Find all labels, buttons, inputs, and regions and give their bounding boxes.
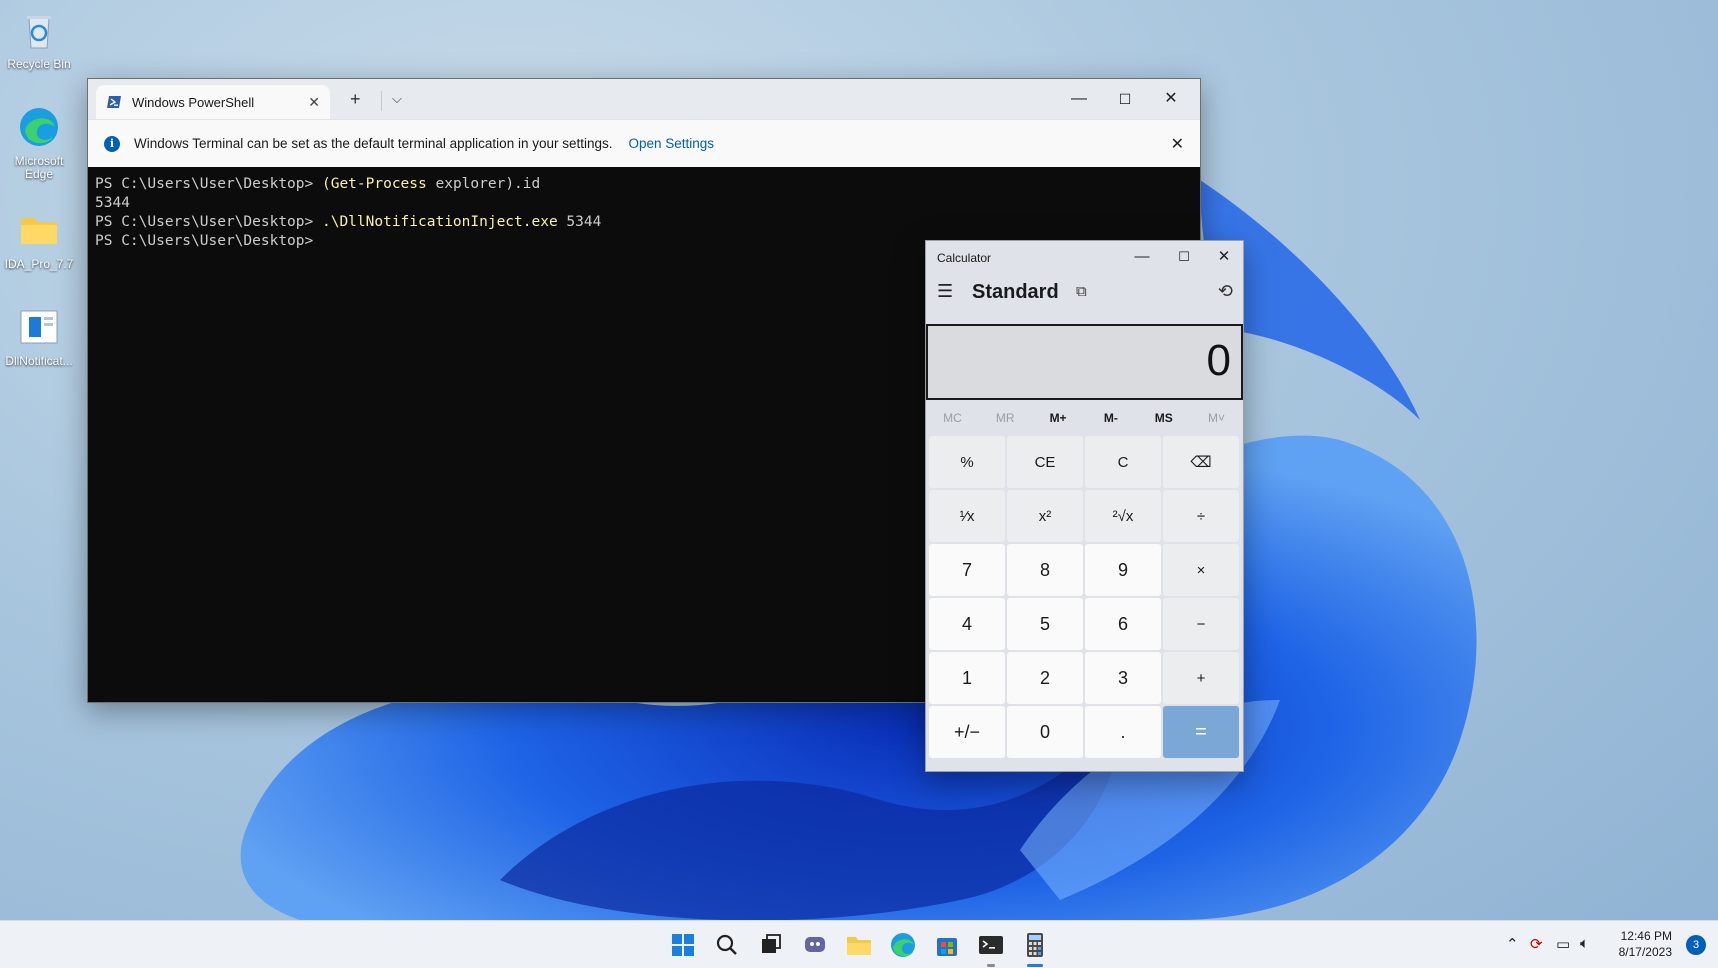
- calculator-title: Calculator: [937, 251, 992, 265]
- desktop-icon-label: DllNotificat...: [5, 354, 73, 368]
- desktop-icon-recycle-bin[interactable]: Recycle Bin: [2, 8, 76, 71]
- calc-key[interactable]: ²√x: [1085, 490, 1161, 542]
- start-icon[interactable]: [667, 929, 699, 961]
- close-tab-icon[interactable]: ✕: [308, 94, 320, 111]
- default-terminal-infobar: i Windows Terminal can be set as the def…: [88, 119, 1200, 167]
- taskbar: ⌃ ⟳ ▭ 🔈︎ 12:46 PM 8/17/2023 3: [0, 920, 1718, 968]
- desktop-icon-label: IDA_Pro_7.7: [4, 257, 74, 271]
- calc-key[interactable]: 5: [1007, 598, 1083, 650]
- calc-key[interactable]: ÷: [1163, 490, 1239, 542]
- calculator-mode-bar: ☰ Standard ⧉ ⟲: [926, 273, 1243, 313]
- new-tab-button[interactable]: +: [350, 89, 361, 110]
- powershell-icon: [107, 96, 121, 108]
- desktop-icon-edge[interactable]: Microsoft Edge: [2, 105, 76, 181]
- desktop-icon-dllnotification[interactable]: DllNotificat...: [2, 305, 76, 368]
- calc-key[interactable]: 6: [1085, 598, 1161, 650]
- calculator-titlebar[interactable]: Calculator — ☐ ✕: [926, 241, 1243, 273]
- show-hidden-icons-chevron-up-icon[interactable]: ⌃: [1506, 935, 1519, 953]
- system-clock[interactable]: 12:46 PM 8/17/2023: [1619, 928, 1672, 960]
- maximize-button[interactable]: ☐: [1110, 87, 1140, 111]
- calc-key[interactable]: 8: [1007, 544, 1083, 596]
- minimize-button[interactable]: —: [1125, 245, 1159, 269]
- memory-row: MC MR M+ M- MS M˅: [926, 400, 1243, 436]
- edge-icon[interactable]: [887, 929, 919, 961]
- open-settings-link[interactable]: Open Settings: [629, 136, 715, 151]
- search-icon[interactable]: [711, 929, 743, 961]
- folder-icon: [21, 218, 57, 244]
- edge-icon: [20, 108, 58, 146]
- keep-on-top-icon[interactable]: ⧉: [1076, 283, 1087, 300]
- info-icon: i: [104, 135, 120, 152]
- minimize-button[interactable]: —: [1064, 87, 1094, 111]
- file-explorer-icon[interactable]: [843, 929, 875, 961]
- desktop-icon-label: Recycle Bin: [7, 57, 71, 71]
- tab-windows-powershell[interactable]: Windows PowerShell ✕: [96, 85, 330, 119]
- terminal-line: 5344: [95, 195, 130, 211]
- calc-key[interactable]: +: [1163, 652, 1239, 704]
- calculator-display: 0: [926, 324, 1243, 400]
- close-button[interactable]: ✕: [1156, 87, 1186, 111]
- calc-key[interactable]: 3: [1085, 652, 1161, 704]
- memory-recall-button[interactable]: MR: [979, 411, 1032, 425]
- calc-key[interactable]: 0: [1007, 706, 1083, 758]
- calc-key[interactable]: ×: [1163, 544, 1239, 596]
- chat-icon[interactable]: [799, 929, 831, 961]
- calc-key[interactable]: C: [1085, 436, 1161, 488]
- chevron-down-icon[interactable]: ⌵: [392, 91, 402, 107]
- close-infobar-icon[interactable]: ✕: [1171, 134, 1184, 154]
- memory-store-button[interactable]: MS: [1137, 411, 1190, 425]
- terminal-titlebar[interactable]: Windows PowerShell ✕ + ⌵ — ☐ ✕: [88, 79, 1200, 119]
- calc-key[interactable]: 1: [929, 652, 1005, 704]
- calc-key[interactable]: .: [1085, 706, 1161, 758]
- calculator-icon[interactable]: [1019, 929, 1051, 961]
- calc-key[interactable]: ⌫: [1163, 436, 1239, 488]
- memory-subtract-button[interactable]: M-: [1084, 411, 1137, 425]
- memory-clear-button[interactable]: MC: [926, 411, 979, 425]
- recycle-bin-icon: [27, 16, 51, 49]
- calc-key[interactable]: 4: [929, 598, 1005, 650]
- sync-alert-icon[interactable]: ⟳: [1530, 935, 1543, 953]
- calc-key[interactable]: =: [1163, 706, 1239, 758]
- tab-title: Windows PowerShell: [132, 94, 255, 110]
- task-view-icon[interactable]: [755, 929, 787, 961]
- network-icon[interactable]: ▭: [1556, 935, 1570, 953]
- terminal-line: PS C:\Users\User\Desktop> (Get-Process e…: [95, 176, 541, 192]
- calc-key[interactable]: %: [929, 436, 1005, 488]
- desktop-icon-ida-pro[interactable]: IDA_Pro_7.7: [2, 208, 76, 271]
- calculator-active-indicator: [1027, 964, 1043, 967]
- calc-key[interactable]: 9: [1085, 544, 1161, 596]
- terminal-icon[interactable]: [975, 929, 1007, 961]
- tab-separator: [381, 91, 382, 111]
- terminal-line: PS C:\Users\User\Desktop> .\DllNotificat…: [95, 214, 602, 230]
- memory-list-button[interactable]: M˅: [1190, 411, 1243, 425]
- memory-add-button[interactable]: M+: [1032, 411, 1085, 425]
- calc-key[interactable]: x²: [1007, 490, 1083, 542]
- notification-badge[interactable]: 3: [1686, 935, 1706, 955]
- clock-time: 12:46 PM: [1620, 929, 1672, 943]
- desktop-icon-label: Microsoft Edge: [14, 154, 64, 181]
- maximize-button[interactable]: ☐: [1167, 245, 1201, 269]
- exe-icon: [20, 310, 58, 344]
- clock-date: 8/17/2023: [1618, 945, 1672, 959]
- calc-key[interactable]: 7: [929, 544, 1005, 596]
- calc-key[interactable]: −: [1163, 598, 1239, 650]
- infobar-text: Windows Terminal can be set as the defau…: [134, 136, 613, 151]
- hamburger-menu-icon[interactable]: ☰: [937, 281, 953, 302]
- mode-title: Standard: [972, 281, 1059, 303]
- close-button[interactable]: ✕: [1207, 245, 1241, 269]
- keypad: % CE C ⌫ ¹⁄x x² ²√x ÷ 7 8 9 × 4 5 6− 1 2 3 + +/− 0. =: [926, 436, 1243, 758]
- calc-key[interactable]: CE: [1007, 436, 1083, 488]
- calc-key[interactable]: +/−: [929, 706, 1005, 758]
- terminal-running-indicator: [987, 964, 995, 967]
- store-icon[interactable]: [931, 929, 963, 961]
- calc-key[interactable]: ¹⁄x: [929, 490, 1005, 542]
- calculator-window: Calculator — ☐ ✕ ☰ Standard ⧉ ⟲ 0 MC MR …: [925, 240, 1244, 772]
- history-icon[interactable]: ⟲: [1218, 281, 1233, 302]
- volume-icon[interactable]: 🔈︎: [1580, 935, 1589, 952]
- calc-key[interactable]: 2: [1007, 652, 1083, 704]
